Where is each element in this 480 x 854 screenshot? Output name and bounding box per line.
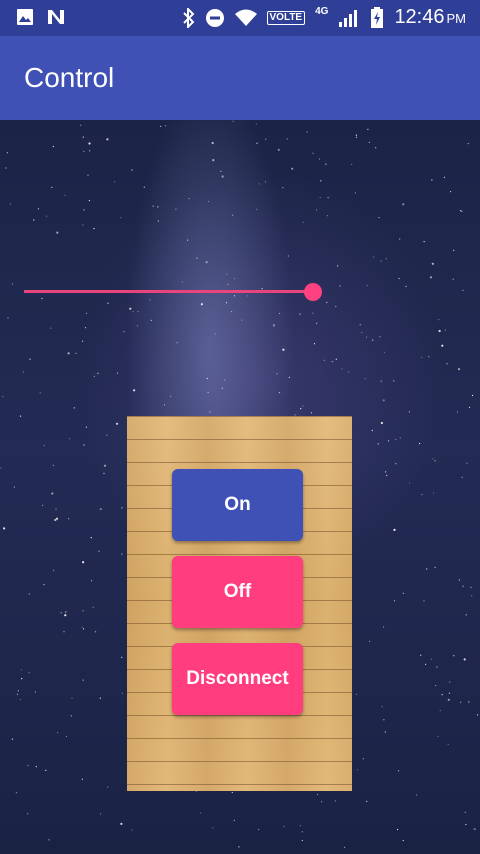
signal-icon: [339, 9, 358, 27]
clock-time: 12:46: [394, 6, 445, 28]
status-bar-left-icons: [16, 8, 66, 26]
image-icon: [17, 9, 33, 25]
on-button[interactable]: On: [172, 469, 303, 541]
off-button[interactable]: Off: [172, 556, 303, 628]
n-notification-icon: [48, 10, 64, 24]
battery-charging-icon: [371, 6, 384, 28]
bluetooth-icon: [182, 7, 194, 28]
wood-panel: On Off Disconnect: [127, 416, 352, 791]
seek-bar-progress: [24, 290, 312, 293]
status-clock: 12:46 PM: [394, 6, 466, 29]
clock-ampm: PM: [446, 11, 467, 26]
status-bar-right-icons: VOLTE 4G 12:46 PM: [182, 6, 466, 29]
app-bar: Control: [0, 36, 480, 120]
page-title: Control: [24, 62, 115, 93]
status-bar: VOLTE 4G 12:46 PM: [0, 0, 480, 36]
seek-bar-thumb[interactable]: [304, 283, 322, 301]
do-not-disturb-icon: [205, 8, 224, 27]
network-type: 4G: [315, 6, 329, 17]
seek-bar[interactable]: [24, 281, 322, 301]
wifi-icon: [234, 9, 257, 26]
starry-background: On Off Disconnect: [0, 120, 480, 854]
network-badge: VOLTE: [266, 10, 306, 25]
disconnect-button[interactable]: Disconnect: [172, 643, 303, 715]
